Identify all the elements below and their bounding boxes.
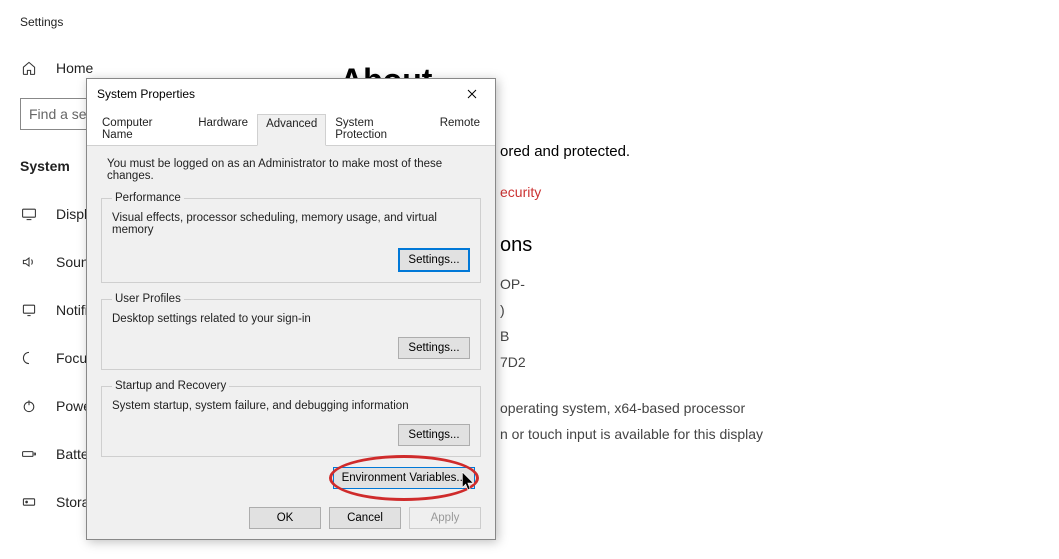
sidebar-section-label: System [20, 158, 70, 174]
home-icon [20, 59, 38, 77]
spec-row: n or touch input is available for this d… [500, 421, 1029, 447]
power-icon [20, 397, 38, 415]
group-legend: Startup and Recovery [112, 380, 229, 392]
settings-title: Settings [0, 0, 1059, 44]
dialog-bottom-buttons: OK Cancel Apply [87, 505, 495, 539]
dialog-body: You must be logged on as an Administrato… [87, 146, 495, 505]
tab-advanced[interactable]: Advanced [257, 114, 326, 146]
cancel-button[interactable]: Cancel [329, 507, 401, 529]
notifications-icon [20, 301, 38, 319]
admin-note: You must be logged on as an Administrato… [107, 158, 481, 182]
dialog-titlebar[interactable]: System Properties [87, 79, 495, 109]
dialog-title: System Properties [97, 87, 195, 101]
close-button[interactable] [457, 83, 487, 105]
sound-icon [20, 253, 38, 271]
group-desc: System startup, system failure, and debu… [112, 400, 470, 412]
environment-variables-button[interactable]: Environment Variables... [333, 467, 475, 489]
battery-icon [20, 445, 38, 463]
dialog-tabstrip: Computer Name Hardware Advanced System P… [87, 109, 495, 146]
monitored-line: ored and protected. [500, 143, 1029, 160]
startup-settings-button[interactable]: Settings... [398, 424, 470, 446]
group-desc: Desktop settings related to your sign-in [112, 313, 470, 325]
tab-hardware[interactable]: Hardware [189, 113, 257, 145]
spec-row: B [500, 323, 1029, 349]
spec-row: 7D2 [500, 349, 1029, 375]
tab-system-protection[interactable]: System Protection [326, 113, 431, 145]
group-performance: Performance Visual effects, processor sc… [101, 192, 481, 283]
user-profiles-settings-button[interactable]: Settings... [398, 337, 470, 359]
tab-computer-name[interactable]: Computer Name [93, 113, 189, 145]
group-startup-recovery: Startup and Recovery System startup, sys… [101, 380, 481, 457]
storage-icon [20, 493, 38, 511]
system-properties-dialog: System Properties Computer Name Hardware… [86, 78, 496, 540]
sidebar-item-label: Home [56, 60, 93, 76]
security-link[interactable]: ecurity [500, 184, 1029, 200]
specs-heading: ons [500, 234, 1029, 257]
spec-row: ) [500, 297, 1029, 323]
tab-remote[interactable]: Remote [431, 113, 489, 145]
display-icon [20, 205, 38, 223]
group-legend: User Profiles [112, 293, 184, 305]
group-legend: Performance [112, 192, 184, 204]
group-user-profiles: User Profiles Desktop settings related t… [101, 293, 481, 370]
spec-row: operating system, x64-based processor [500, 395, 1029, 421]
performance-settings-button[interactable]: Settings... [398, 248, 470, 272]
focus-icon [20, 349, 38, 367]
group-desc: Visual effects, processor scheduling, me… [112, 212, 470, 236]
ok-button[interactable]: OK [249, 507, 321, 529]
apply-button[interactable]: Apply [409, 507, 481, 529]
spec-row: OP- [500, 271, 1029, 297]
